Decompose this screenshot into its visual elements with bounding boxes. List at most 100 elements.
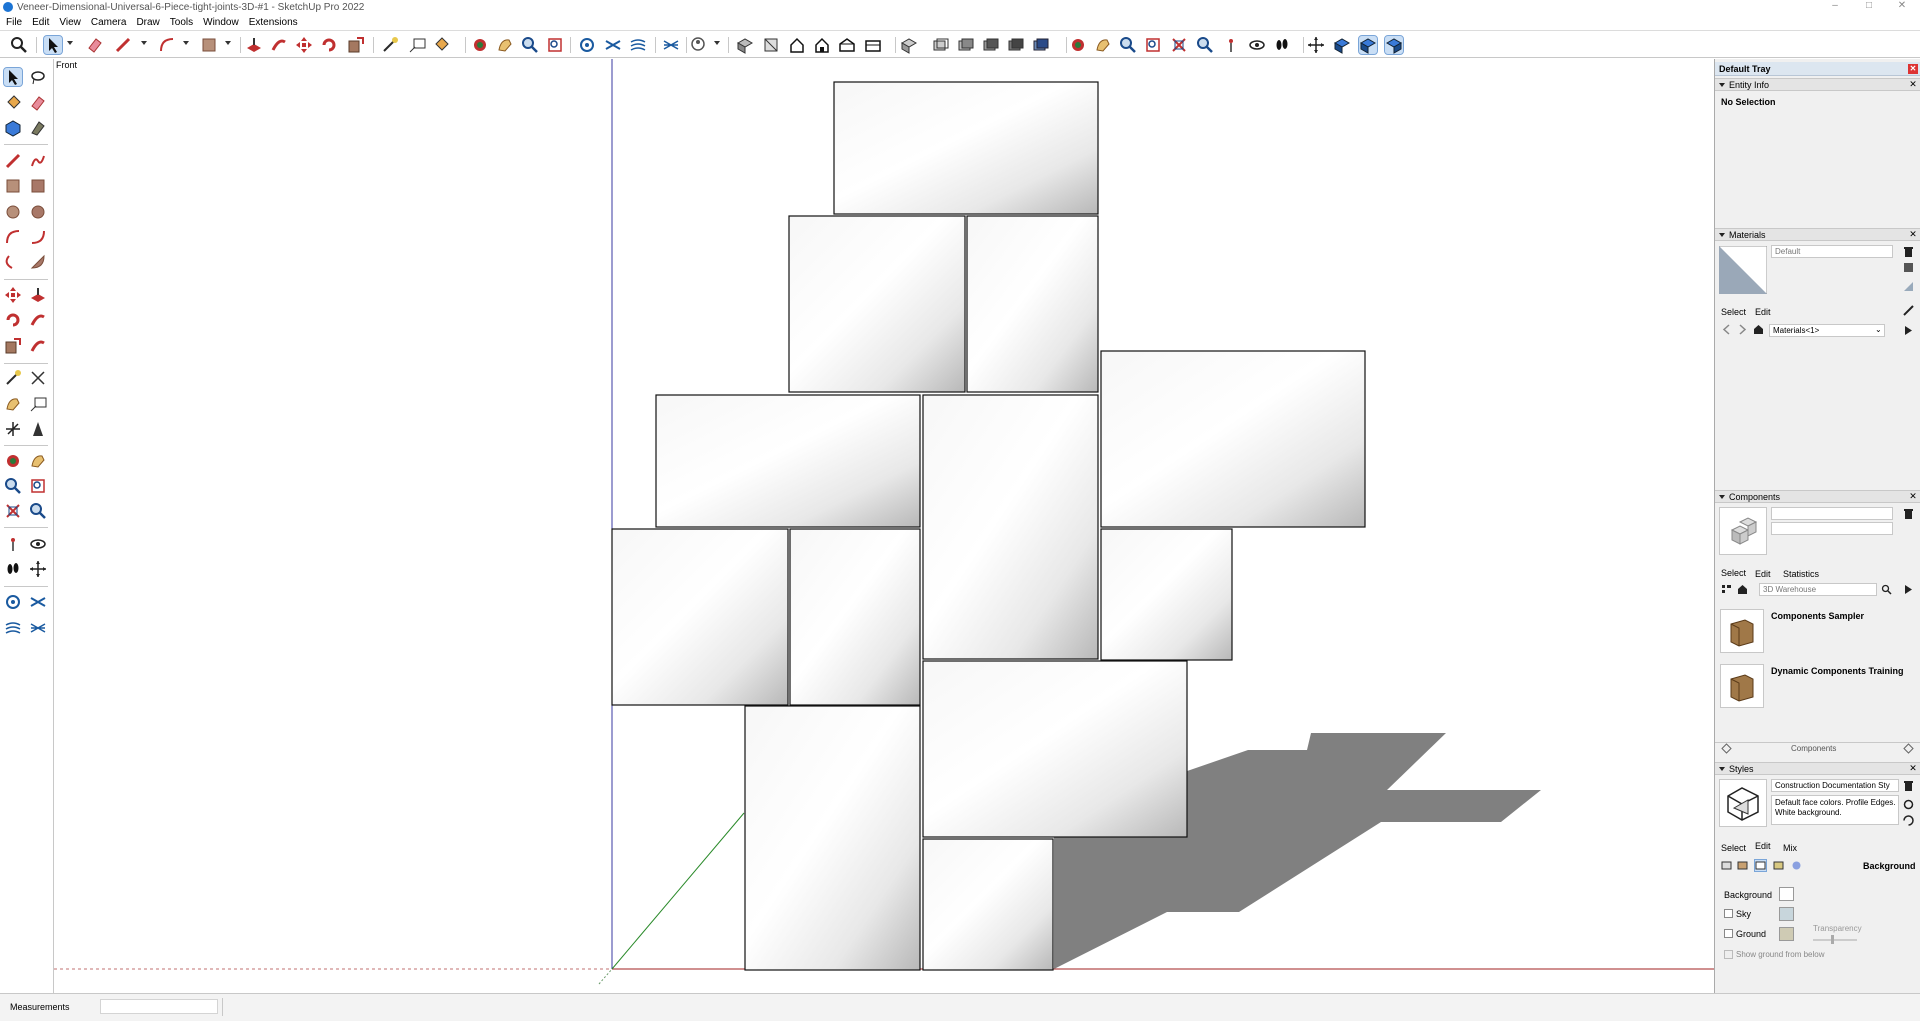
- edge-settings-icon[interactable]: [1721, 860, 1732, 871]
- style-description-field[interactable]: Default face colors. Profile Edges. Whit…: [1771, 795, 1899, 825]
- iso-view-icon[interactable]: [762, 36, 780, 54]
- dynamic-components-title[interactable]: Dynamic Components Training: [1771, 666, 1904, 676]
- components-tab-statistics[interactable]: Statistics: [1783, 569, 1819, 579]
- look-around-icon[interactable]: [1196, 36, 1214, 54]
- veneer-tile[interactable]: [922, 394, 1099, 660]
- material-name-field[interactable]: Default: [1771, 245, 1893, 258]
- hidden-line-icon[interactable]: [957, 36, 975, 54]
- materials-library-select[interactable]: Materials<1>: [1769, 324, 1885, 337]
- styles-header[interactable]: Styles ✕: [1715, 762, 1920, 775]
- footprints-icon[interactable]: [1273, 36, 1291, 54]
- freehand-icon[interactable]: [29, 152, 47, 170]
- sandbox-drape-icon[interactable]: [662, 36, 680, 54]
- 3d-text-icon[interactable]: [29, 420, 47, 438]
- component-sampler-thumb[interactable]: [1720, 609, 1764, 653]
- style-name-field[interactable]: Construction Documentation Sty: [1771, 779, 1899, 792]
- text-icon[interactable]: [408, 36, 426, 54]
- section-toggle-icon[interactable]: [1384, 35, 1404, 55]
- close-panel-icon[interactable]: ✕: [1908, 230, 1918, 240]
- sky-checkbox[interactable]: [1724, 909, 1733, 918]
- zoom-extents-2-icon[interactable]: [1144, 36, 1162, 54]
- veneer-tile[interactable]: [744, 705, 921, 971]
- forward-arrow-icon[interactable]: [1737, 324, 1748, 335]
- zoom-icon[interactable]: [4, 477, 22, 495]
- front-view-icon[interactable]: [813, 36, 831, 54]
- rotate-icon[interactable]: [320, 36, 338, 54]
- veneer-tile[interactable]: [611, 528, 789, 706]
- search-icon[interactable]: [10, 36, 28, 54]
- materials-header[interactable]: Materials ✕: [1715, 228, 1920, 241]
- veneer-tile[interactable]: [833, 81, 1099, 215]
- sample-paint-icon[interactable]: [1903, 305, 1914, 316]
- menu-tools[interactable]: Tools: [164, 17, 197, 28]
- materials-tab-edit[interactable]: Edit: [1755, 307, 1771, 317]
- menu-file[interactable]: File: [0, 17, 26, 28]
- select-arrow-icon[interactable]: [43, 35, 63, 55]
- warehouse-search-input[interactable]: 3D Warehouse: [1759, 583, 1877, 596]
- push-pull-icon[interactable]: [29, 286, 47, 304]
- styles-tab-select[interactable]: Select: [1721, 843, 1746, 853]
- eraser-icon[interactable]: [86, 36, 104, 54]
- close-panel-icon[interactable]: ✕: [1908, 764, 1918, 774]
- zoom-extents-icon[interactable]: [546, 36, 564, 54]
- sandbox-stamp-icon[interactable]: [629, 36, 647, 54]
- home-icon[interactable]: [1737, 584, 1748, 595]
- menu-draw[interactable]: Draw: [130, 17, 163, 28]
- section-display-icon[interactable]: [1358, 35, 1378, 55]
- search-icon[interactable]: [1881, 584, 1892, 595]
- modeling-settings-icon[interactable]: [1791, 860, 1802, 871]
- transparency-slider-handle[interactable]: [1831, 935, 1834, 944]
- details-arrow-icon[interactable]: [1903, 325, 1914, 336]
- veneer-tile[interactable]: [655, 394, 921, 528]
- chevron-down-icon[interactable]: [141, 41, 147, 45]
- veneer-tile[interactable]: [1100, 528, 1233, 661]
- menu-extensions[interactable]: Extensions: [243, 17, 302, 28]
- previous-view-icon[interactable]: [1170, 36, 1188, 54]
- eraser-icon[interactable]: [29, 94, 47, 112]
- textured-icon[interactable]: [1007, 36, 1025, 54]
- offset-icon[interactable]: [29, 337, 47, 355]
- polygon-icon[interactable]: [29, 203, 47, 221]
- rotated-rectangle-icon[interactable]: [29, 177, 47, 195]
- veneer-tile[interactable]: [1100, 350, 1366, 528]
- rectangle-icon[interactable]: [200, 36, 218, 54]
- section-fill-icon[interactable]: [1333, 36, 1351, 54]
- look-around-icon[interactable]: [29, 535, 47, 553]
- select-arrow-icon[interactable]: [3, 67, 23, 87]
- components-tab-select[interactable]: Select: [1721, 568, 1746, 578]
- chevron-down-icon[interactable]: [67, 41, 73, 45]
- shaded-icon[interactable]: [982, 36, 1000, 54]
- zoom-extents-icon[interactable]: [4, 502, 22, 520]
- sky-color-swatch[interactable]: [1779, 907, 1794, 921]
- components-tab-edit[interactable]: Edit: [1755, 569, 1771, 579]
- tag-icon[interactable]: [29, 119, 47, 137]
- veneer-tile[interactable]: [922, 838, 1054, 971]
- sandbox-drape-icon[interactable]: [29, 619, 47, 637]
- show-ground-below-checkbox[interactable]: [1724, 950, 1733, 959]
- dynamic-components-thumb[interactable]: [1720, 664, 1764, 708]
- veneer-tile[interactable]: [788, 215, 966, 393]
- pan-icon[interactable]: [496, 36, 514, 54]
- ground-checkbox[interactable]: [1724, 929, 1733, 938]
- walk-icon[interactable]: [4, 560, 22, 578]
- chevron-down-icon[interactable]: [714, 41, 720, 45]
- collapse-triangle-icon[interactable]: [1719, 233, 1725, 237]
- section-cuts-icon[interactable]: [1307, 36, 1325, 54]
- close-tray-icon[interactable]: ✕: [1908, 64, 1918, 74]
- chevron-down-icon[interactable]: [225, 41, 231, 45]
- view-options-icon[interactable]: [1721, 584, 1732, 595]
- two-point-arc-icon[interactable]: [29, 228, 47, 246]
- expand-icon[interactable]: [1721, 743, 1732, 754]
- collapse-triangle-icon[interactable]: [1719, 495, 1725, 499]
- sandbox-smoove-icon[interactable]: [29, 593, 47, 611]
- chevron-down-icon[interactable]: [183, 41, 189, 45]
- text-icon[interactable]: [29, 395, 47, 413]
- back-arrow-icon[interactable]: [1721, 324, 1732, 335]
- arc-icon[interactable]: [158, 36, 176, 54]
- veneer-tile[interactable]: [789, 528, 921, 706]
- follow-me-icon[interactable]: [29, 311, 47, 329]
- default-material-icon[interactable]: [1903, 281, 1914, 292]
- follow-me-icon[interactable]: [270, 36, 288, 54]
- wireframe-icon[interactable]: [932, 36, 950, 54]
- component-sampler-title[interactable]: Components Sampler: [1771, 611, 1864, 621]
